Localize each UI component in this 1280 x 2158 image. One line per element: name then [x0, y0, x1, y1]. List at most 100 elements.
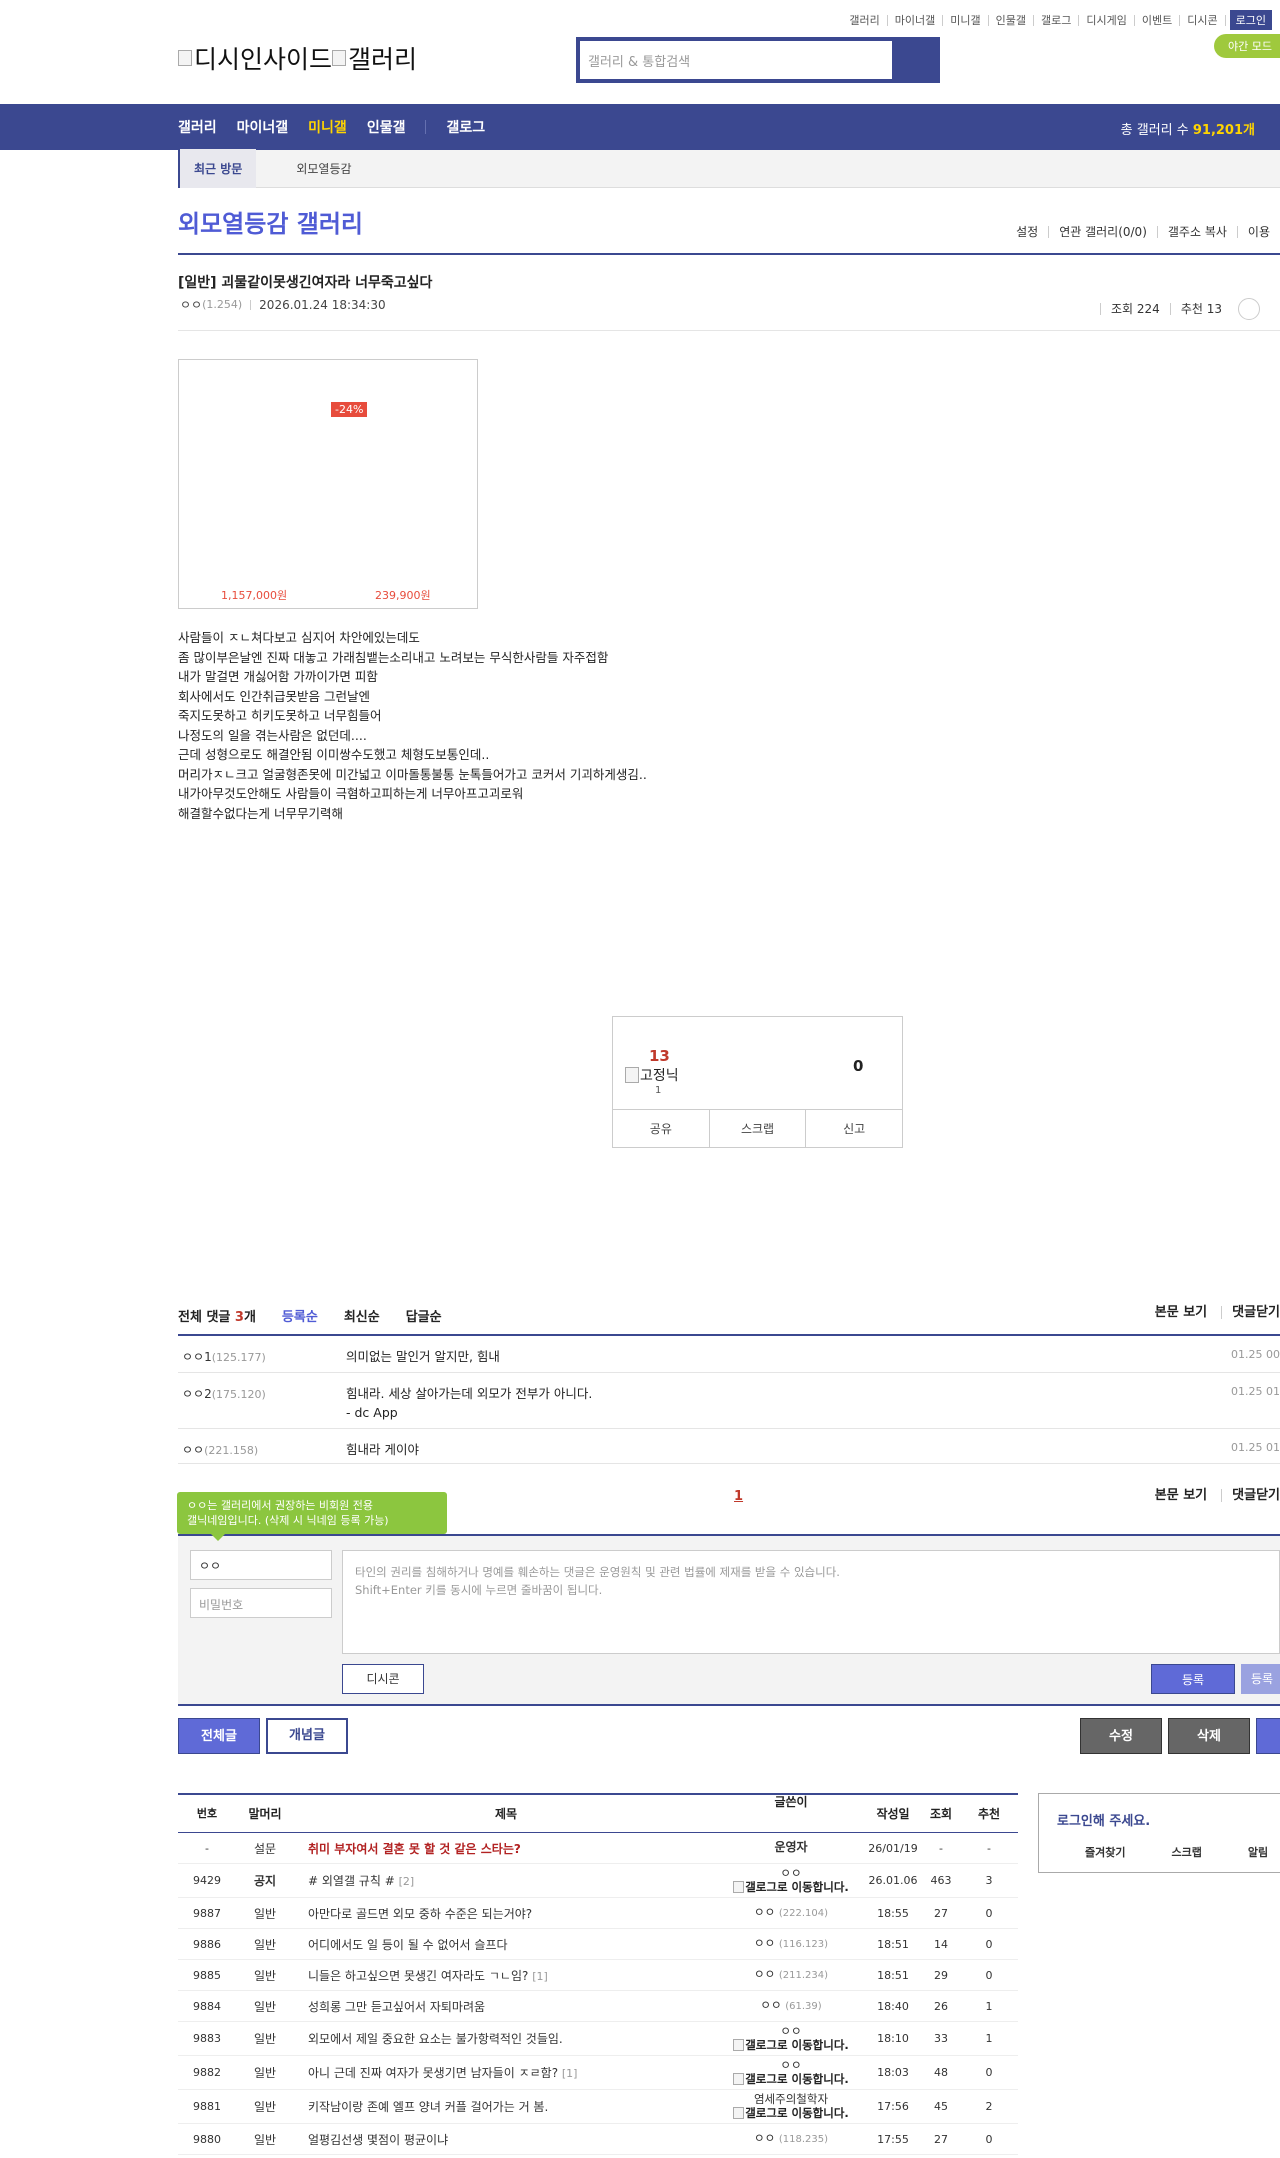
- row-writer[interactable]: ㅇㅇ (118.235): [718, 2131, 864, 2147]
- comment-nick[interactable]: ㅇㅇ2(175.120): [182, 1385, 266, 1402]
- related-gallery-link[interactable]: 연관 갤러리(0/0): [1048, 226, 1157, 238]
- util-link-person[interactable]: 인물갤: [989, 14, 1035, 26]
- scrap-link[interactable]: 스크랩: [1125, 1844, 1201, 1860]
- upvote-count[interactable]: 13: [649, 1047, 670, 1065]
- writer-ip: (118.235): [778, 2134, 828, 2145]
- submit-comment-button[interactable]: 등록: [1151, 1664, 1235, 1694]
- table-row[interactable]: 9886 일반 어디에서도 일 등이 될 수 없어서 슬프다 ㅇㅇ (116.123…: [178, 1929, 1018, 1960]
- body-line: 머리가ㅈㄴ크고 얼굴형존못에 미간넓고 이마돌통불통 눈톡들어가고 코커서 기괴…: [178, 766, 647, 782]
- row-title[interactable]: 외모에서 제일 중요한 요소는 불가항력적인 것들임.: [294, 2030, 718, 2047]
- gallog-link[interactable]: 갤로그로 이동합니다.: [733, 1880, 849, 1894]
- copy-address-link[interactable]: 갤주소 복사: [1156, 226, 1237, 238]
- row-title[interactable]: 아니 근데 진짜 여자가 못생기면 남자들이 ㅈㄹ함? [1]: [294, 2064, 718, 2081]
- share-button[interactable]: 공유: [613, 1110, 709, 1147]
- row-writer[interactable]: ㅇㅇ 갤로그로 이동합니다.: [718, 1866, 864, 1896]
- scrap-button[interactable]: 스크랩: [708, 1110, 806, 1147]
- row-writer[interactable]: ㅇㅇ 갤로그로 이동합니다.: [718, 2058, 864, 2088]
- view-body-button[interactable]: 본문 보기: [1145, 1306, 1207, 1319]
- table-row[interactable]: - 설문 취미 부자여서 결혼 못 할 것 같은 스타는? 운영자 26/01/19…: [178, 1833, 1018, 1864]
- gnb-mini[interactable]: 미니갤: [308, 117, 347, 137]
- row-title[interactable]: 취미 부자여서 결혼 못 할 것 같은 스타는?: [294, 1840, 718, 1857]
- comment-nick[interactable]: ㅇㅇ(221.158): [182, 1441, 258, 1458]
- row-writer[interactable]: ㅇㅇ (61.39): [718, 1998, 864, 2014]
- post-author[interactable]: ㅇㅇ: [180, 296, 202, 313]
- delete-button[interactable]: 삭제: [1168, 1718, 1250, 1754]
- util-link-dccon[interactable]: 디시콘: [1180, 14, 1226, 26]
- gnb-gallery[interactable]: 갤러리: [178, 117, 217, 137]
- table-row[interactable]: 9880 일반 얼평김선생 몇점이 평균이냐 ㅇㅇ (118.235) 17:55 27…: [178, 2124, 1018, 2155]
- comment-row: ㅇㅇ2(175.120) 힘내라. 세상 살아가는데 외모가 전부가 아니다. -…: [178, 1374, 1280, 1429]
- night-mode-button[interactable]: 야간 모드: [1214, 34, 1280, 58]
- gallog-link[interactable]: 갤로그로 이동합니다.: [733, 2072, 849, 2086]
- writer-nick: 운영자: [774, 1840, 808, 1854]
- sort-registered[interactable]: 등록순: [282, 1306, 318, 1325]
- report-button[interactable]: 신고: [805, 1110, 902, 1147]
- body-line: 죽지도못하고 히키도못하고 너무힘들어: [178, 708, 382, 723]
- password-input[interactable]: 비밀번호: [190, 1588, 332, 1618]
- nickname-input[interactable]: ㅇㅇ: [190, 1550, 332, 1580]
- comment-page-1[interactable]: 1: [734, 1489, 743, 1504]
- ad-banner[interactable]: -24% 1,157,000원 239,900원: [178, 359, 478, 609]
- usage-link[interactable]: 이용: [1236, 226, 1280, 238]
- row-title[interactable]: 키작남이랑 존예 엘프 양녀 커플 걸어가는 거 봄.: [294, 2098, 718, 2115]
- util-link-game[interactable]: 디시게임: [1079, 14, 1135, 26]
- row-title[interactable]: 얼평김선생 몇점이 평균이냐: [294, 2131, 718, 2148]
- comment-date: 01.25 00: [1231, 1348, 1280, 1361]
- row-writer[interactable]: ㅇㅇ (222.104): [718, 1905, 864, 1921]
- table-row[interactable]: 9883 일반 외모에서 제일 중요한 요소는 불가항력적인 것들임. ㅇㅇ 갤로그로…: [178, 2022, 1018, 2056]
- login-prompt[interactable]: 로그인해 주세요.: [1057, 1810, 1150, 1829]
- share-circle-icon[interactable]: [1238, 298, 1260, 320]
- write-button[interactable]: [1256, 1718, 1280, 1754]
- writer-ip: (116.123): [778, 1939, 828, 1950]
- row-writer[interactable]: ㅇㅇ (116.123): [718, 1936, 864, 1952]
- table-row[interactable]: 9429 공지 # 외열갤 규칙 # [2] ㅇㅇ 갤로그로 이동합니다. 26.01.0…: [178, 1864, 1018, 1898]
- search-input[interactable]: 갤러리 & 통합검색: [580, 41, 892, 79]
- sort-latest[interactable]: 최신순: [344, 1306, 380, 1325]
- notification-link[interactable]: 알림: [1202, 1844, 1268, 1860]
- comment-textarea[interactable]: 타인의 권리를 침해하거나 명예를 훼손하는 댓글은 운영원칙 및 관련 법률에…: [342, 1550, 1280, 1654]
- util-link-gallery[interactable]: 갤러리: [842, 14, 888, 26]
- util-link-gallog[interactable]: 갤로그: [1034, 14, 1080, 26]
- table-row[interactable]: 9882 일반 아니 근데 진짜 여자가 못생기면 남자들이 ㅈㄹ함? [1] ㅇㅇ 갤…: [178, 2056, 1018, 2090]
- dccon-button[interactable]: 디시콘: [342, 1664, 424, 1694]
- view-body-button[interactable]: 본문 보기: [1145, 1489, 1207, 1502]
- row-title[interactable]: 성희롱 그만 듣고싶어서 자퇴마려움: [294, 1998, 718, 2015]
- search-button[interactable]: [892, 41, 936, 79]
- edit-button[interactable]: 수정: [1080, 1718, 1162, 1754]
- row-writer[interactable]: ㅇㅇ (211.234): [718, 1967, 864, 1983]
- gallery-settings-link[interactable]: 설정: [1006, 226, 1048, 238]
- gallog-link[interactable]: 갤로그로 이동합니다.: [733, 2106, 849, 2120]
- row-title[interactable]: 아만다로 골드면 외모 중하 수준은 되는거야?: [294, 1905, 718, 1922]
- all-posts-button[interactable]: 전체글: [178, 1718, 260, 1754]
- table-row[interactable]: 9887 일반 아만다로 골드면 외모 중하 수준은 되는거야? ㅇㅇ (222.1…: [178, 1898, 1018, 1929]
- submit-recommend-button[interactable]: 등록: [1241, 1664, 1280, 1694]
- util-link-event[interactable]: 이벤트: [1135, 14, 1181, 26]
- row-writer[interactable]: 염세주의철학자 갤로그로 이동합니다.: [718, 2092, 864, 2122]
- site-logo[interactable]: 디시인사이드 갤러리: [178, 40, 417, 76]
- recent-visit-item[interactable]: 외모열등감: [296, 160, 351, 177]
- close-comments-button[interactable]: 댓글닫기: [1221, 1489, 1280, 1502]
- row-title[interactable]: 어디에서도 일 등이 될 수 없어서 슬프다: [294, 1936, 718, 1953]
- util-link-minor[interactable]: 마이너갤: [888, 14, 944, 26]
- gnb-gallog[interactable]: 갤로그: [446, 117, 485, 137]
- table-row[interactable]: 9885 일반 니들은 하고싶으면 못생긴 여자라도 ㄱㄴ임? [1] ㅇㅇ (211…: [178, 1960, 1018, 1991]
- recent-visit-label[interactable]: 최근 방문: [178, 149, 257, 188]
- gallog-link[interactable]: 갤로그로 이동합니다.: [733, 2038, 849, 2052]
- favorites-link[interactable]: 즐겨찾기: [1039, 1844, 1125, 1860]
- row-title[interactable]: 니들은 하고싶으면 못생긴 여자라도 ㄱㄴ임? [1]: [294, 1967, 718, 1984]
- row-writer[interactable]: ㅇㅇ 갤로그로 이동합니다.: [718, 2024, 864, 2054]
- gnb-minor[interactable]: 마이너갤: [237, 117, 289, 137]
- table-row[interactable]: 9884 일반 성희롱 그만 듣고싶어서 자퇴마려움 ㅇㅇ (61.39) 18:40…: [178, 1991, 1018, 2022]
- login-button[interactable]: 로그인: [1229, 10, 1272, 30]
- row-title[interactable]: # 외열갤 규칙 # [2]: [294, 1872, 718, 1889]
- row-writer[interactable]: 운영자: [718, 1840, 864, 1856]
- close-comments-button[interactable]: 댓글닫기: [1221, 1306, 1280, 1319]
- concept-posts-button[interactable]: 개념글: [266, 1718, 348, 1754]
- gallery-title[interactable]: 외모열등감 갤러리: [178, 204, 363, 239]
- downvote-count[interactable]: 0: [853, 1057, 863, 1075]
- gnb-person[interactable]: 인물갤: [367, 117, 406, 137]
- table-row[interactable]: 9881 일반 키작남이랑 존예 엘프 양녀 커플 걸어가는 거 봄. 염세주의철학…: [178, 2090, 1018, 2124]
- util-link-mini[interactable]: 미니갤: [943, 14, 989, 26]
- sort-replies[interactable]: 답글순: [406, 1306, 442, 1325]
- comment-nick[interactable]: ㅇㅇ1(125.177): [182, 1348, 266, 1365]
